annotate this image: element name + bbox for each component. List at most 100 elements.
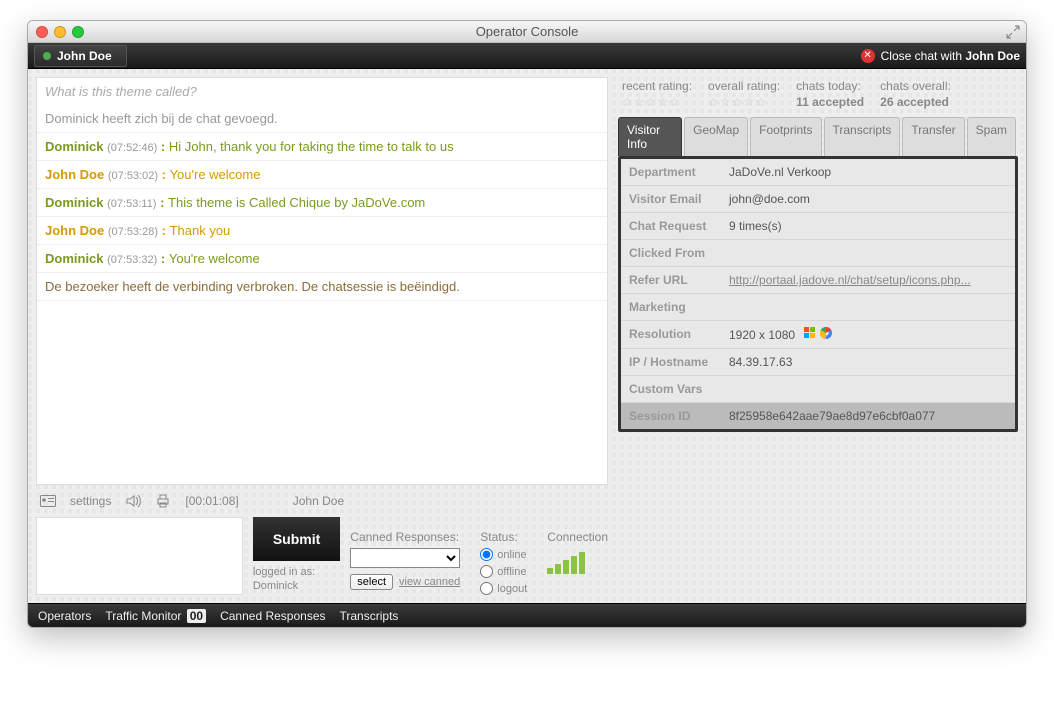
info-marketing-value [729, 300, 1007, 314]
info-ip-value: 84.39.17.63 [729, 355, 1007, 369]
info-request: Chat Request 9 times(s) [621, 213, 1015, 240]
chat-system-ended: De bezoeker heeft de verbinding verbroke… [37, 273, 607, 301]
chat-message: John Doe (07:53:28) : Thank you [37, 217, 607, 245]
chat-partner-name: John Doe [293, 494, 344, 508]
canned-responses-dropdown[interactable] [350, 548, 460, 568]
tab-transcripts[interactable]: Transcripts [824, 117, 901, 156]
chat-system-joined: Dominick heeft zich bij de chat gevoegd. [37, 105, 607, 133]
footer-operators[interactable]: Operators [38, 609, 91, 623]
sound-icon[interactable] [125, 493, 141, 509]
info-clicked-from-value [729, 246, 1007, 260]
footer-transcripts[interactable]: Transcripts [340, 609, 399, 623]
chat-message-ts: (07:52:46) [107, 142, 157, 154]
info-ip: IP / Hostname 84.39.17.63 [621, 349, 1015, 376]
footer-bar: Operators Traffic Monitor 00 Canned Resp… [28, 603, 1026, 627]
expand-icon[interactable] [1006, 25, 1020, 39]
chats-today: chats today: 11 accepted [796, 79, 864, 109]
chats-today-value: 11 accepted [796, 95, 864, 109]
card-icon[interactable] [40, 493, 56, 509]
info-resolution: Resolution 1920 x 1080 [621, 321, 1015, 349]
app-window: Operator Console John Doe ✕ Close chat w… [27, 20, 1027, 628]
status-offline-radio[interactable] [480, 565, 493, 578]
info-session-id-label: Session ID [629, 409, 729, 423]
close-chat-prefix: Close chat with [881, 49, 966, 63]
view-canned-link[interactable]: view canned [399, 576, 460, 588]
chat-message-ts: (07:53:28) [108, 226, 158, 238]
close-chat-button[interactable]: ✕ Close chat with John Doe [861, 49, 1020, 63]
status-logout-radio[interactable] [480, 582, 493, 595]
chat-message-ts: (07:53:32) [107, 254, 157, 266]
status-label: Status: [480, 530, 527, 544]
close-icon: ✕ [861, 49, 875, 63]
window-title: Operator Console [28, 24, 1026, 39]
info-refer-url: Refer URL http://portaal.jadove.nl/chat/… [621, 267, 1015, 294]
footer-canned-responses[interactable]: Canned Responses [220, 609, 325, 623]
info-ip-label: IP / Hostname [629, 355, 729, 369]
tab-footprints[interactable]: Footprints [750, 117, 821, 156]
chat-message-text: You're welcome [170, 167, 261, 182]
tab-spam[interactable]: Spam [967, 117, 1016, 156]
connection-label: Connection [547, 530, 608, 544]
visitor-info-panel: Department JaDoVe.nl Verkoop Visitor Ema… [618, 156, 1018, 432]
overall-rating: overall rating: ☆☆☆☆☆ [708, 79, 780, 109]
status-logout-row[interactable]: logout [480, 582, 527, 595]
chat-message-colon: : [158, 223, 170, 238]
info-request-label: Chat Request [629, 219, 729, 233]
stats-row: recent rating: ☆☆☆☆☆ overall rating: ☆☆☆… [618, 77, 1018, 117]
info-email: Visitor Email john@doe.com [621, 186, 1015, 213]
main-area: What is this theme called? Dominick heef… [28, 69, 1026, 603]
chat-message: John Doe (07:53:02) : You're welcome [37, 161, 607, 189]
browser-chrome-icon [820, 327, 832, 339]
status-online-radio[interactable] [480, 548, 493, 561]
chat-message-colon: : [157, 251, 169, 266]
info-email-value: john@doe.com [729, 192, 1007, 206]
canned-responses-select[interactable] [350, 548, 460, 568]
canned-select-button[interactable]: select [350, 574, 393, 590]
info-tabs: Visitor Info GeoMap Footprints Transcrip… [618, 117, 1018, 156]
titlebar: Operator Console [28, 21, 1026, 43]
info-marketing-label: Marketing [629, 300, 729, 314]
status-online-row[interactable]: online [480, 548, 527, 561]
settings-link[interactable]: settings [70, 494, 111, 508]
chat-message: Dominick (07:53:32) : You're welcome [37, 245, 607, 273]
recent-rating-stars-icon: ☆☆☆☆☆ [622, 95, 692, 109]
submit-button[interactable]: Submit [253, 517, 340, 561]
recent-rating: recent rating: ☆☆☆☆☆ [622, 79, 692, 109]
visitor-tab-name: John Doe [57, 49, 112, 63]
overall-rating-stars-icon: ☆☆☆☆☆ [708, 95, 780, 109]
canned-responses-widget: Canned Responses: select view canned [350, 530, 460, 595]
recent-rating-label: recent rating: [622, 79, 692, 93]
message-input[interactable] [36, 517, 243, 595]
info-refer-url-link[interactable]: http://portaal.jadove.nl/chat/setup/icon… [729, 273, 971, 287]
online-status-icon [43, 52, 51, 60]
footer-traffic-monitor[interactable]: Traffic Monitor 00 [105, 609, 206, 623]
submit-column: Submit logged in as: Dominick [253, 517, 340, 594]
info-request-value: 9 times(s) [729, 219, 1007, 233]
close-chat-name: John Doe [965, 49, 1020, 63]
tab-visitor-info[interactable]: Visitor Info [618, 117, 682, 156]
chat-message: Dominick (07:52:46) : Hi John, thank you… [37, 133, 607, 161]
chats-overall: chats overall: 26 accepted [880, 79, 951, 109]
tab-transfer[interactable]: Transfer [902, 117, 964, 156]
chat-message-text: Hi John, thank you for taking the time t… [169, 139, 454, 154]
visitor-tab[interactable]: John Doe [34, 45, 127, 67]
print-icon[interactable] [155, 493, 171, 509]
status-offline-row[interactable]: offline [480, 565, 527, 578]
status-logout-text: logout [497, 583, 527, 595]
chat-toolbar: settings [00:01:08] John Doe [36, 485, 608, 517]
info-custom-vars: Custom Vars [621, 376, 1015, 403]
status-offline-text: offline [497, 566, 526, 578]
chat-log[interactable]: Dominick heeft zich bij de chat gevoegd.… [36, 105, 608, 485]
chat-message: Dominick (07:53:11) : This theme is Call… [37, 189, 607, 217]
canned-responses-label: Canned Responses: [350, 530, 460, 544]
info-clicked-from: Clicked From [621, 240, 1015, 267]
chat-message-colon: : [156, 195, 168, 210]
footer-traffic-count: 00 [187, 609, 206, 623]
chat-message-colon: : [158, 167, 170, 182]
info-department-value: JaDoVe.nl Verkoop [729, 165, 1007, 179]
info-email-label: Visitor Email [629, 192, 729, 206]
tab-geomap[interactable]: GeoMap [684, 117, 748, 156]
info-session-id-value: 8f25958e642aae79ae8d97e6cbf0a077 [729, 409, 1007, 423]
chat-timer: [00:01:08] [185, 494, 238, 508]
status-widget: Status: online offline logout [480, 530, 527, 595]
